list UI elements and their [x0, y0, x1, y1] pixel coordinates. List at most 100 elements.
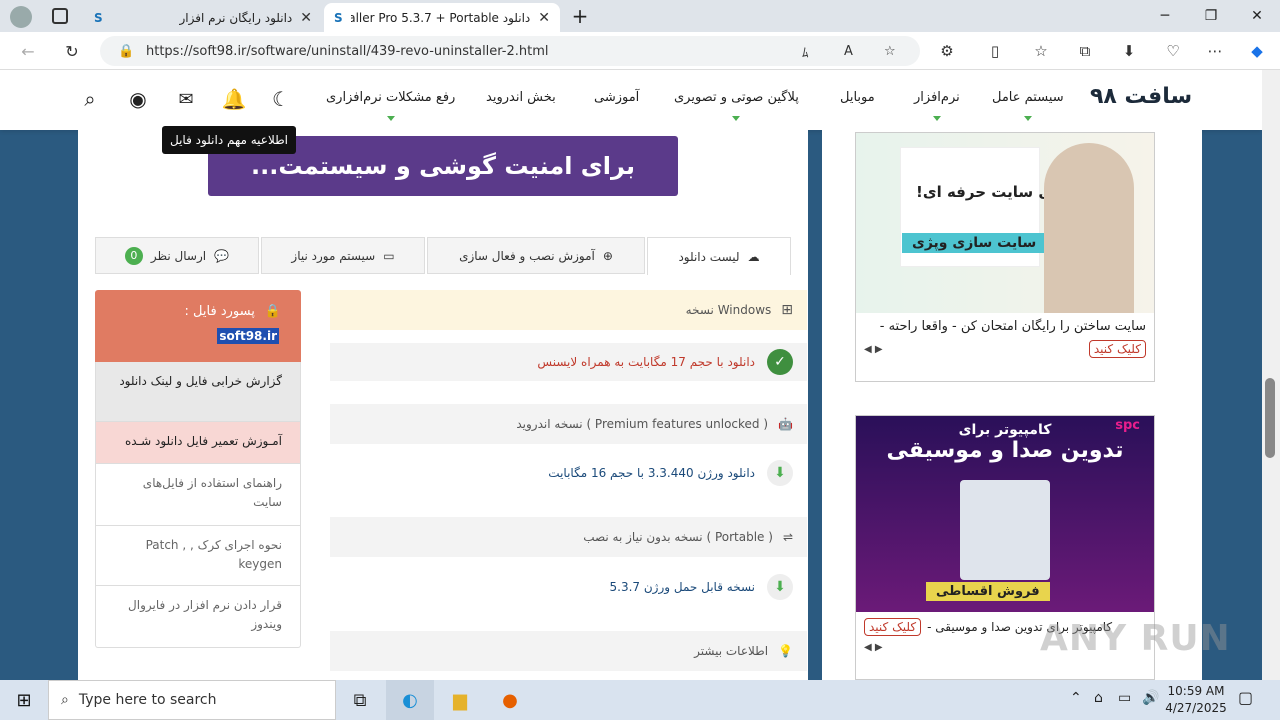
- extensions-icon[interactable]: ⚙: [936, 40, 958, 62]
- comment-count-badge: 0: [124, 246, 143, 265]
- windows-icon: ⊞: [781, 302, 793, 318]
- performance-icon[interactable]: ♡: [1162, 40, 1184, 62]
- password-value[interactable]: soft98.ir: [217, 328, 279, 344]
- close-tab-icon[interactable]: ✕: [538, 10, 550, 26]
- windows-start-icon[interactable]: ⊞: [0, 680, 48, 720]
- ad-image: طراحی سایت حرفه ای! سایت سازی وپژی: [856, 133, 1154, 313]
- volume-icon[interactable]: 🔊: [1142, 690, 1159, 706]
- favorites-icon[interactable]: ☆: [1030, 40, 1052, 62]
- tab-install-guide[interactable]: آموزش نصب و فعال سازی ⊕: [427, 237, 645, 274]
- dark-mode-icon[interactable]: ☾: [268, 86, 294, 112]
- network-icon[interactable]: ⌂: [1094, 690, 1103, 706]
- site-logo[interactable]: سافت ۹۸: [1090, 84, 1192, 109]
- back-icon[interactable]: ←: [14, 38, 42, 64]
- android-download-link[interactable]: دانلود ورژن 3.3.440 با حجم 16 مگابایت ⬇: [330, 454, 807, 492]
- nav-troubleshoot[interactable]: رفع مشکلات نرم‌افزاری: [326, 90, 455, 121]
- tab-comment[interactable]: 0 ارسال نظر 💬: [95, 237, 259, 274]
- download-arrow-icon: ⬇: [767, 460, 793, 486]
- windows-download-link[interactable]: دانلود با حجم 17 مگابایت به همراه لایسنس…: [330, 343, 807, 381]
- firewall-guide[interactable]: قرار دادن نرم افزار در فایروال ویندوز: [95, 586, 301, 648]
- split-screen-icon[interactable]: ▯: [984, 40, 1006, 62]
- portable-download-link[interactable]: نسخه قابل حمل ورژن 5.3.7 ⬇: [330, 568, 807, 606]
- favorite-star-icon[interactable]: ☆: [884, 44, 896, 59]
- download-arrow-icon: ⬇: [767, 574, 793, 600]
- nav-os[interactable]: سیستم عامل: [992, 90, 1064, 121]
- ad-person-image: [1044, 143, 1134, 313]
- nav-android[interactable]: بخش اندروید: [486, 90, 556, 105]
- site-files-guide[interactable]: راهنمای استفاده از فایل‌های سایت: [95, 464, 301, 526]
- firefox-icon[interactable]: ●: [486, 680, 534, 720]
- downloads-icon[interactable]: ⬇: [1118, 40, 1140, 62]
- more-info-header[interactable]: اطلاعات بیشتر 💡: [330, 631, 807, 671]
- notification-bell-icon[interactable]: 🔔: [221, 86, 247, 112]
- comment-icon: 💬: [214, 248, 230, 263]
- nav-plugins[interactable]: پلاگین صوتی و تصویری: [674, 90, 799, 121]
- check-icon: ✓: [767, 349, 793, 375]
- usb-icon: ⇌: [782, 530, 793, 544]
- url-text: https://soft98.ir/software/uninstall/439…: [146, 43, 549, 59]
- tab-title: دانلود رایگان نرم افزار: [179, 10, 293, 25]
- close-window-icon[interactable]: ✕: [1234, 0, 1280, 32]
- ad-image: spc کامپیوتر برای تدوین صدا و موسیقی فرو…: [856, 416, 1154, 612]
- tab-2[interactable]: S دانلود Revo Uninstaller Pro 5.3.7 + Po…: [324, 3, 560, 32]
- web-page: سافت ۹۸ سیستم عامل نرم‌افزار موبایل پلاگ…: [0, 70, 1262, 680]
- file-explorer-icon[interactable]: ▆: [436, 680, 484, 720]
- ad-subline: سایت سازی وپژی: [902, 233, 1047, 253]
- anyrun-watermark: ANY RUN: [1040, 618, 1231, 659]
- portable-section-header: نسخه بدون نیاز به نصب ( Portable ) ⇌: [330, 517, 807, 557]
- plus-icon[interactable]: +: [568, 4, 592, 28]
- scrollbar-thumb[interactable]: [1265, 378, 1275, 458]
- repair-download-guide[interactable]: آمـوزش تعمیر فایل دانلود شـده: [95, 422, 301, 464]
- tab-1[interactable]: S دانلود رایگان نرم افزار ✕: [84, 3, 322, 32]
- profile-icon[interactable]: [10, 6, 32, 28]
- search-icon[interactable]: ⌕: [77, 86, 103, 112]
- translate-icon[interactable]: ﾑ: [802, 42, 809, 61]
- taskbar: ⊞ ⌕ Type here to search ⧉ ◐ ▆ ● ⌃ ⌂ ▭ 🔊 …: [0, 680, 1280, 720]
- tab-download-list[interactable]: لیست دانلود ☁: [647, 237, 791, 275]
- mail-icon[interactable]: ✉: [173, 86, 199, 112]
- site-header: سافت ۹۸ سیستم عامل نرم‌افزار موبایل پلاگ…: [0, 70, 1262, 130]
- site-favicon-icon: S: [94, 10, 103, 25]
- notification-center-icon[interactable]: ▢: [1238, 688, 1253, 707]
- tab-actions-icon[interactable]: [52, 8, 68, 24]
- android-section-header: نسخه اندروید ( Premium features unlocked…: [330, 404, 807, 444]
- ad-website-builder[interactable]: طراحی سایت حرفه ای! سایت سازی وپژی سایت …: [855, 132, 1155, 382]
- crack-patch-guide[interactable]: نحوه اجرای کرک , Patch , keygen: [95, 526, 301, 586]
- show-hidden-icons[interactable]: ⌃: [1070, 690, 1082, 706]
- collections-icon[interactable]: ⧉: [1074, 40, 1096, 62]
- minimize-icon[interactable]: ─: [1142, 0, 1188, 32]
- ad-headline: کامپیوتر برای: [958, 422, 1052, 438]
- ad-nav-arrows[interactable]: ◀ ▶: [864, 344, 883, 355]
- close-tab-icon[interactable]: ✕: [300, 10, 312, 26]
- refresh-icon[interactable]: ↻: [58, 38, 86, 64]
- ad-headline-2: تدوین صدا و موسیقی: [886, 438, 1124, 463]
- nav-mobile[interactable]: موبایل: [840, 90, 875, 105]
- copilot-icon[interactable]: ◆: [1246, 40, 1268, 62]
- ad-click-button[interactable]: کلیک کنید: [1088, 340, 1146, 358]
- wifi-icon[interactable]: ▭: [1118, 690, 1131, 706]
- tab-strip: S دانلود رایگان نرم افزار ✕ S دانلود Rev…: [0, 0, 1280, 32]
- nav-software[interactable]: نرم‌افزار: [914, 90, 960, 121]
- more-menu-icon[interactable]: ⋯: [1204, 40, 1226, 62]
- lightbulb-icon: 💡: [778, 644, 793, 658]
- url-field[interactable]: 🔒 https://soft98.ir/software/uninstall/4…: [100, 36, 920, 66]
- ad-sale-label: فروش اقساطی: [926, 582, 1050, 601]
- tab-title: دانلود Revo Uninstaller Pro 5.3.7 + Port…: [350, 10, 531, 25]
- address-bar: ← ↻ 🔒 https://soft98.ir/software/uninsta…: [0, 32, 1280, 70]
- page-scrollbar[interactable]: [1262, 70, 1280, 680]
- android-icon: 🤖: [778, 417, 793, 431]
- read-aloud-icon[interactable]: A: [844, 44, 853, 59]
- tab-requirements[interactable]: سیستم مورد نیاز ▭: [261, 237, 425, 274]
- user-icon[interactable]: ◉: [125, 86, 151, 112]
- clock[interactable]: 10:59 AM 4/27/2025: [1164, 683, 1228, 717]
- taskbar-search[interactable]: ⌕ Type here to search: [48, 680, 336, 720]
- report-broken-link[interactable]: گزارش خرابی فایل و لینک دانلود: [95, 362, 301, 422]
- nav-education[interactable]: آموزشی: [594, 90, 639, 105]
- pc-case-image: [960, 480, 1050, 580]
- monitor-icon: ▭: [383, 248, 395, 263]
- task-view-icon[interactable]: ⧉: [336, 680, 384, 720]
- ad-click-button[interactable]: کلیک کنید: [864, 618, 922, 636]
- ad-text: سایت ساختن را رایگان امتحان کن - واقعا ر…: [879, 319, 1146, 334]
- edge-browser-icon[interactable]: ◐: [386, 680, 434, 720]
- restore-icon[interactable]: ❐: [1188, 0, 1234, 32]
